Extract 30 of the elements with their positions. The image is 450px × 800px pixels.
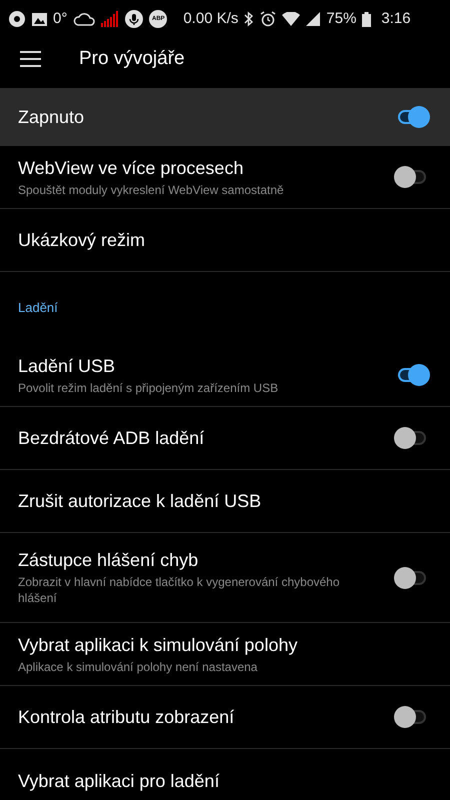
network-speed: 0.00 K/s bbox=[183, 8, 238, 29]
battery-percent: 75% bbox=[326, 8, 356, 29]
setting-summary: Spouštět moduly vykreslení WebView samostatně bbox=[18, 182, 285, 198]
setting-summary: Aplikace k simulování polohy není nastavena bbox=[18, 658, 258, 674]
toolbar-title: Pro vývojáře bbox=[79, 46, 185, 71]
clock: 3:16 bbox=[381, 8, 411, 29]
setting-row[interactable]: Vybrat aplikaci pro ladění bbox=[0, 749, 450, 800]
setting-summary: Zobrazit v hlavní nabídce tlačítko k vygenerování chybového hlášení bbox=[18, 574, 341, 606]
setting-row[interactable]: Vybrat aplikaci k simulování polohy Aplikace k simulování polohy není nastavena bbox=[0, 623, 450, 686]
setting-summary: Povolit režim ladění s připojeným zařízením USB bbox=[18, 380, 280, 396]
setting-row[interactable]: Zástupce hlášení chyb Zobrazit v hlavní nabídce tlačítko k vygenerování chybového hlášení bbox=[0, 533, 450, 623]
setting-title: Kontrola atributu zobrazení bbox=[18, 706, 236, 728]
temperature: 0° bbox=[53, 8, 68, 29]
setting-title: Vybrat aplikaci pro ladění bbox=[18, 770, 220, 792]
setting-row[interactable]: Ladění USB Povolit režim ladění s připojeným zařízením USB bbox=[0, 344, 450, 407]
setting-row[interactable]: Kontrola atributu zobrazení bbox=[0, 686, 450, 749]
setting-row[interactable]: Ukázkový režim bbox=[0, 209, 450, 272]
setting-row[interactable]: Bezdrátové ADB ladění bbox=[0, 407, 450, 470]
setting-title: Zástupce hlášení chyb bbox=[18, 549, 200, 571]
master-switch-bar[interactable]: Zapnuto bbox=[0, 88, 450, 146]
setting-title: Ladění USB bbox=[18, 354, 116, 376]
setting-title: Zrušit autorizace k ladění USB bbox=[18, 490, 262, 512]
setting-title: Vybrat aplikaci k simulování polohy bbox=[18, 634, 298, 656]
setting-title: WebView ve více procesech bbox=[18, 156, 244, 178]
section-header: Ladění bbox=[18, 298, 58, 317]
setting-title: Bezdrátové ADB ladění bbox=[18, 427, 206, 449]
setting-title: Ukázkový režim bbox=[18, 229, 146, 251]
setting-row[interactable]: Zrušit autorizace k ladění USB bbox=[0, 470, 450, 533]
master-switch-label: Zapnuto bbox=[18, 106, 84, 129]
setting-row[interactable]: WebView ve více procesech Spouštět moduly vykreslení WebView samostatně bbox=[0, 146, 450, 209]
